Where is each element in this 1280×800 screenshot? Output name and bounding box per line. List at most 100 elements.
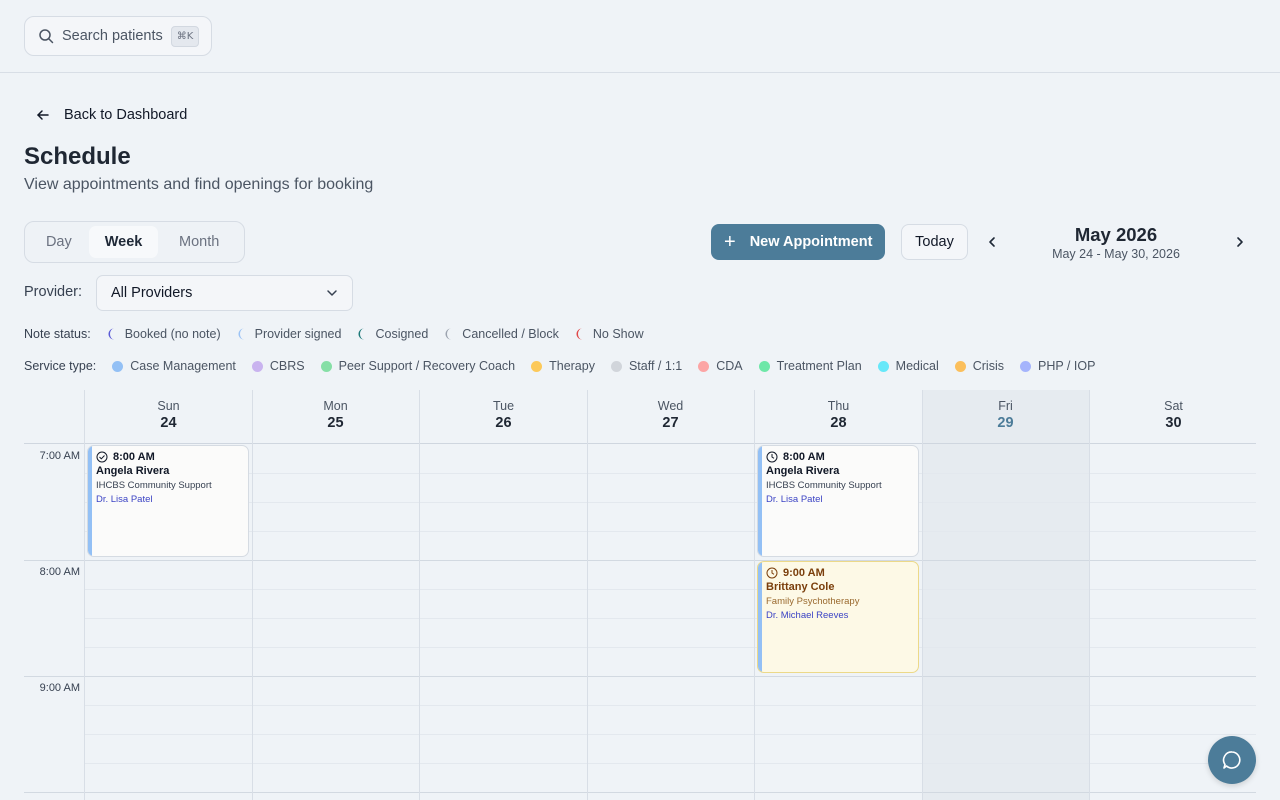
plus-icon: +	[724, 231, 736, 253]
chevron-down-icon	[327, 290, 337, 296]
day-header-sun[interactable]: Sun 24	[85, 390, 252, 444]
crescent-icon	[238, 328, 244, 340]
appointment-time: 8:00 AM	[783, 451, 825, 463]
time-label: 8:00 AM	[39, 566, 80, 578]
new-appointment-label: New Appointment	[749, 234, 873, 250]
slot-divider	[85, 647, 1256, 648]
column-divider	[754, 390, 755, 800]
day-header-thu[interactable]: Thu 28	[755, 390, 922, 444]
search-placeholder: Search patients	[62, 28, 163, 44]
today-column-highlight	[922, 390, 1089, 800]
note-status-legend: Note status: Booked (no note) Provider s…	[24, 327, 660, 341]
crescent-icon	[445, 328, 452, 340]
appointment-card[interactable]: 8:00 AM Angela Rivera IHCBS Community Su…	[87, 445, 249, 557]
back-to-dashboard-link[interactable]: Back to Dashboard	[36, 104, 187, 126]
note-status-label: Note status:	[24, 327, 91, 341]
appointment-patient: Brittany Cole	[766, 581, 835, 593]
service-type-item: CDA	[698, 359, 743, 373]
color-dot-icon	[1019, 360, 1031, 372]
column-divider	[922, 390, 923, 800]
note-status-item: Booked (no note)	[107, 327, 221, 341]
clock-icon	[766, 451, 778, 463]
search-icon	[39, 29, 54, 44]
search-shortcut-badge: ⌘K	[170, 25, 200, 47]
note-status-item: Cosigned	[357, 327, 428, 341]
service-type-label: Service type:	[24, 359, 97, 373]
chat-bubble-icon	[1222, 751, 1241, 769]
hour-divider	[24, 792, 1256, 793]
view-month-button[interactable]: Month	[158, 226, 240, 258]
appointment-card[interactable]: 8:00 AM Angela Rivera IHCBS Community Su…	[757, 445, 919, 557]
view-week-button[interactable]: Week	[88, 226, 159, 258]
color-dot-icon	[877, 360, 889, 372]
slot-divider	[85, 473, 1256, 474]
day-header-fri[interactable]: Fri 29	[922, 390, 1089, 444]
column-divider	[587, 390, 588, 800]
day-header-sat[interactable]: Sat 30	[1090, 390, 1256, 444]
appointment-card[interactable]: 9:00 AM Brittany Cole Family Psychothera…	[757, 561, 919, 673]
previous-week-button[interactable]	[983, 233, 1001, 251]
service-type-item: Medical	[877, 359, 939, 373]
slot-divider	[85, 502, 1256, 503]
color-dot-icon	[531, 360, 543, 372]
slot-divider	[85, 734, 1256, 735]
crescent-icon	[358, 328, 365, 340]
service-type-item: PHP / IOP	[1019, 359, 1095, 373]
time-label: 7:00 AM	[39, 450, 80, 462]
day-header-mon[interactable]: Mon 25	[252, 390, 419, 444]
service-type-legend: Service type: Case Management CBRS Peer …	[24, 359, 1111, 373]
month-title: May 2026	[1074, 224, 1158, 245]
chevron-right-icon	[1237, 237, 1243, 247]
day-header-tue[interactable]: Tue 26	[420, 390, 587, 444]
slot-divider	[85, 705, 1256, 706]
color-dot-icon	[610, 360, 622, 372]
appointment-provider: Dr. Lisa Patel	[96, 494, 153, 505]
appointment-time: 8:00 AM	[113, 451, 155, 463]
appointment-service: IHCBS Community Support	[96, 480, 212, 491]
hour-divider	[24, 560, 1256, 561]
chat-button[interactable]	[1208, 736, 1256, 784]
page-title: Schedule	[24, 143, 131, 170]
column-divider	[1089, 390, 1090, 800]
column-divider	[84, 390, 85, 800]
provider-selected-value: All Providers	[111, 285, 193, 301]
note-status-item: No Show	[575, 327, 644, 341]
service-type-item: Crisis	[954, 359, 1004, 373]
service-type-item: Therapy	[531, 359, 595, 373]
column-divider	[252, 390, 253, 800]
hour-divider	[24, 676, 1256, 677]
appointment-service: Family Psychotherapy	[766, 596, 860, 607]
provider-label: Provider:	[24, 284, 83, 300]
service-type-item: Peer Support / Recovery Coach	[320, 359, 515, 373]
color-dot-icon	[112, 360, 124, 372]
appointment-provider: Dr. Lisa Patel	[766, 494, 823, 505]
service-type-item: Staff / 1:1	[610, 359, 682, 373]
view-day-button[interactable]: Day	[29, 226, 89, 258]
color-dot-icon	[758, 360, 770, 372]
appointment-patient: Angela Rivera	[766, 465, 840, 477]
slot-divider	[85, 589, 1256, 590]
color-dot-icon	[251, 360, 263, 372]
appointment-patient: Angela Rivera	[96, 465, 170, 477]
slot-divider	[85, 618, 1256, 619]
new-appointment-button[interactable]: + New Appointment	[711, 224, 885, 260]
crescent-icon	[108, 328, 114, 340]
chevron-left-icon	[989, 237, 995, 247]
slot-divider	[85, 531, 1256, 532]
view-toggle: Day Week Month	[24, 221, 245, 263]
note-status-item: Provider signed	[237, 327, 341, 341]
service-type-item: Case Management	[112, 359, 236, 373]
week-range: May 24 - May 30, 2026	[1052, 247, 1180, 261]
appointment-provider: Dr. Michael Reeves	[766, 610, 849, 621]
next-week-button[interactable]	[1231, 233, 1249, 251]
day-header-wed[interactable]: Wed 27	[587, 390, 754, 444]
search-box[interactable]: Search patients ⌘K	[24, 16, 212, 56]
week-calendar: Sun 24 Mon 25 Tue 26 Wed 27 Thu 28 Fri 29 Sat 3…	[24, 390, 1256, 800]
provider-select[interactable]: All Providers	[96, 275, 353, 311]
check-circle-icon	[96, 451, 108, 463]
today-button[interactable]: Today	[901, 224, 968, 260]
top-bar: Search patients ⌘K	[0, 0, 1280, 73]
color-dot-icon	[698, 360, 710, 372]
color-dot-icon	[320, 360, 332, 372]
back-label: Back to Dashboard	[64, 107, 188, 123]
